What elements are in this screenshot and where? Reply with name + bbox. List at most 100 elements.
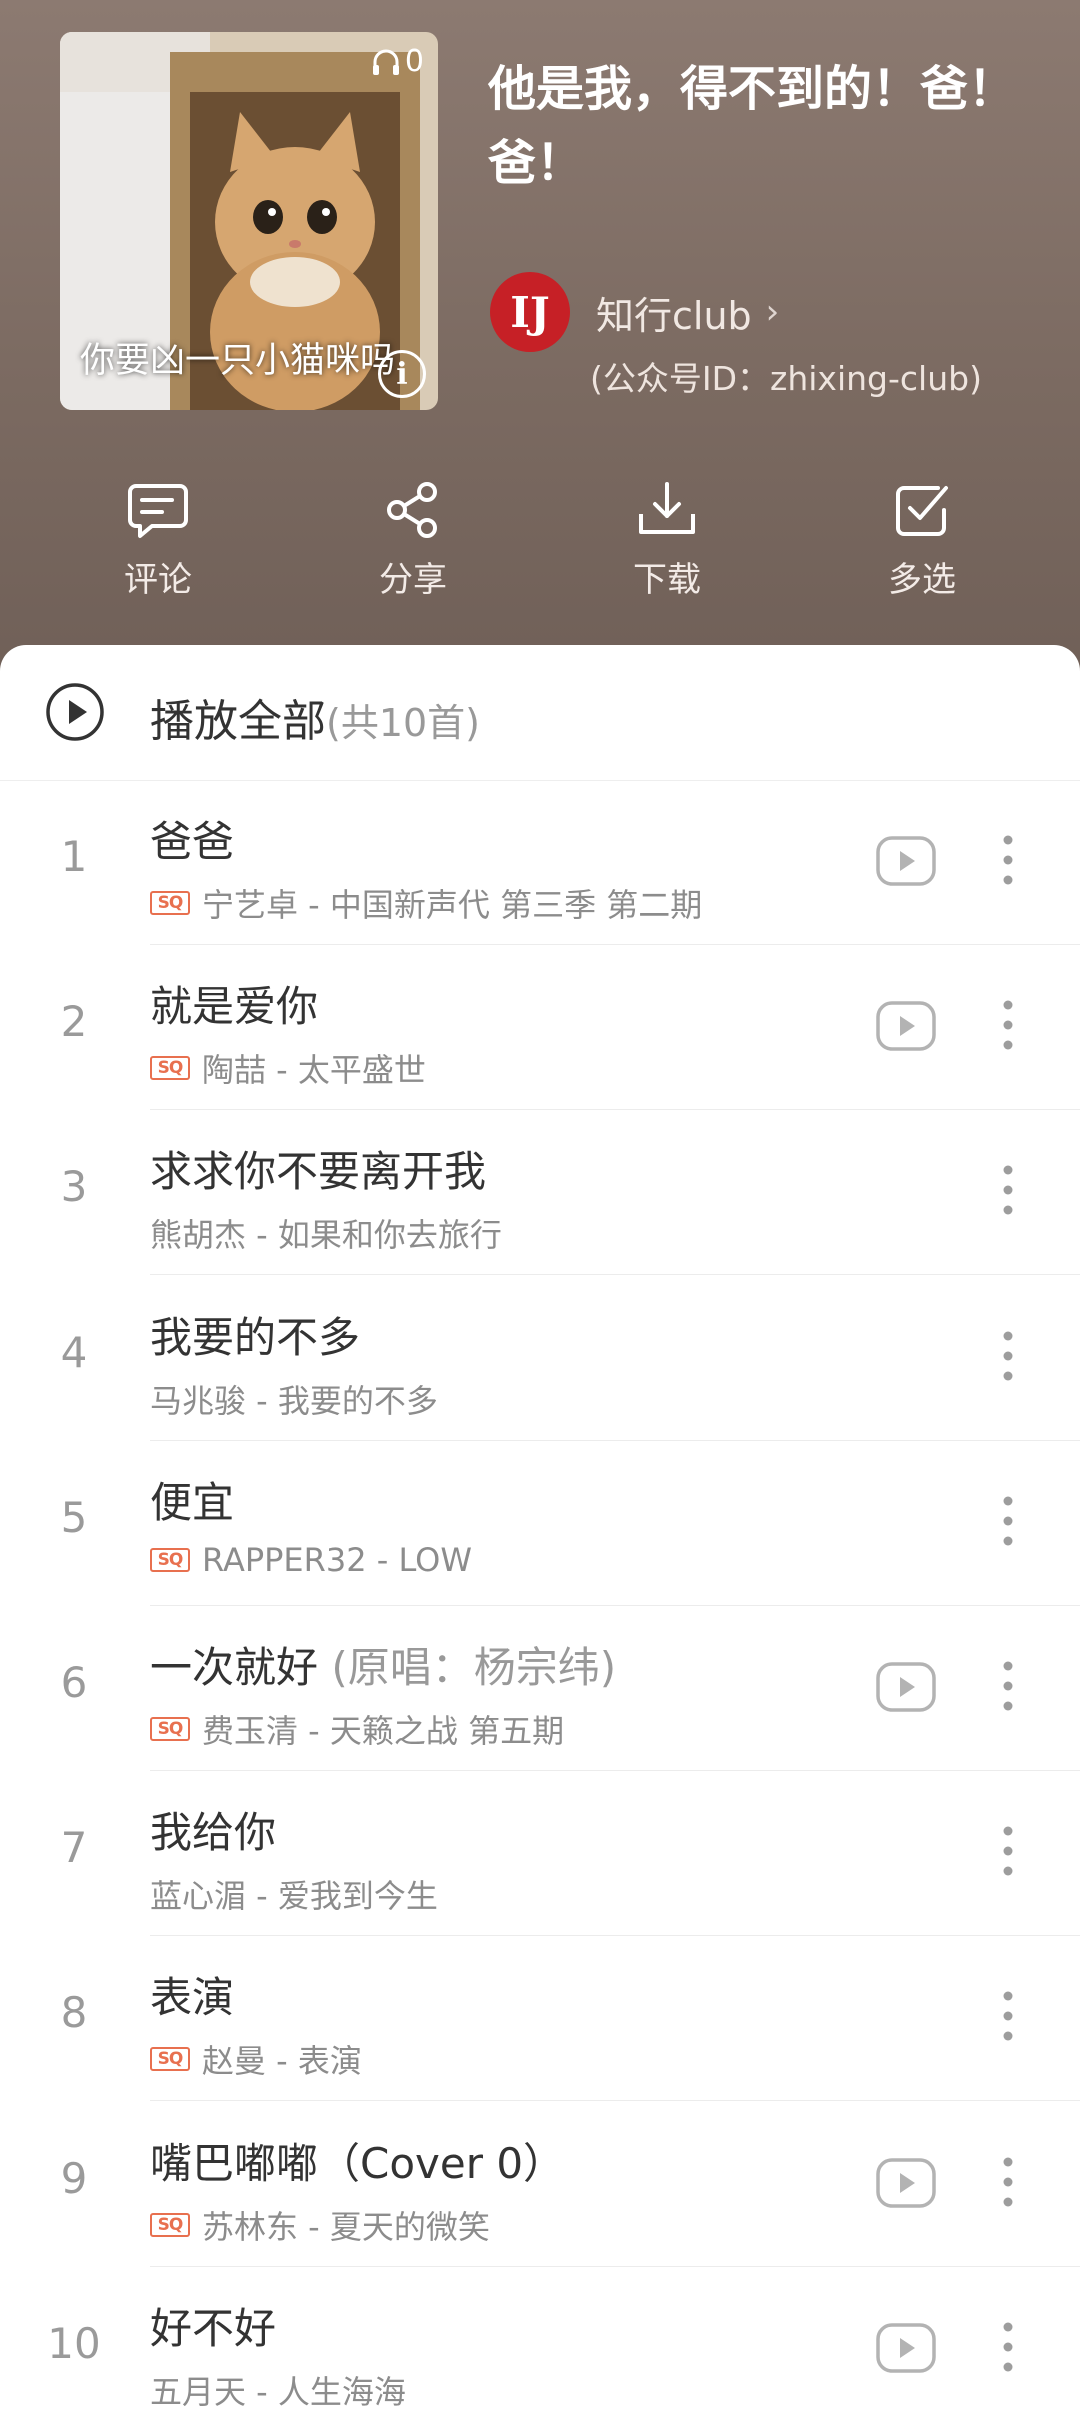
creator-link[interactable]: IJ 知行club › <box>490 272 779 352</box>
song-index: 7 <box>60 1823 88 1873</box>
song-artist-album: 费玉清 - 天籁之战 第五期 <box>202 1712 565 1750</box>
song-title: 嘴巴嘟嘟（Cover 0） <box>150 2130 565 2191</box>
creator-id: (公众号ID：zhixing-club) <box>590 359 982 398</box>
comment-icon <box>128 484 188 538</box>
more-options-icon[interactable] <box>990 2152 1026 2216</box>
song-artist-album: 苏林东 - 夏天的微笑 <box>202 2207 490 2246</box>
more-options-icon[interactable] <box>990 2317 1026 2381</box>
listen-count-value: 0 <box>404 44 424 79</box>
play-all-label: 播放全部(共10首) <box>150 685 480 749</box>
sq-quality-badge: SQ <box>150 2047 190 2072</box>
song-title-text: 就是爱你 <box>150 982 319 1032</box>
creator-name[interactable]: 知行club › <box>596 285 779 340</box>
song-artist-album: 陶喆 - 太平盛世 <box>202 1051 426 1090</box>
more-options-icon[interactable] <box>990 1326 1026 1390</box>
more-options-icon[interactable] <box>990 1821 1026 1885</box>
song-row[interactable]: 4 我要的不多马兆骏 - 我要的不多 <box>0 1276 1080 1441</box>
song-row[interactable]: 1 爸爸 SQ 宁艺卓 - 中国新声代 第三季 第二期 <box>0 780 1080 945</box>
song-index: 6 <box>60 1658 88 1707</box>
play-all-button[interactable]: 播放全部(共10首) <box>0 645 1080 781</box>
video-play-icon[interactable] <box>875 835 937 887</box>
song-index: 10 <box>47 2318 101 2368</box>
song-subtitle: SQ RAPPER32 - LOW <box>150 1541 472 1579</box>
info-icon[interactable]: i <box>378 350 426 398</box>
song-subtitle: SQ 陶喆 - 太平盛世 <box>150 1045 426 1091</box>
download-icon <box>639 482 695 534</box>
song-title: 便宜 <box>150 1469 234 1530</box>
song-artist-album: 五月天 - 人生海海 <box>150 2372 406 2411</box>
song-artist-album: 宁艺卓 - 中国新声代 第三季 第二期 <box>202 886 703 924</box>
song-artist-album: RAPPER32 - LOW <box>202 1540 472 1579</box>
song-row[interactable]: 3 求求你不要离开我熊胡杰 - 如果和你去旅行 <box>0 1110 1080 1276</box>
song-subtitle: 熊胡杰 - 如果和你去旅行 <box>150 1210 502 1256</box>
sq-quality-badge: SQ <box>150 2212 190 2237</box>
song-artist-album: 马兆骏 - 我要的不多 <box>150 1381 438 1420</box>
song-index: 2 <box>60 997 88 1047</box>
song-title-text: 便宜 <box>150 1477 235 1527</box>
song-title-text: 嘴巴嘟嘟（Cover 0） <box>150 2138 566 2188</box>
song-subtitle: SQ 赵曼 - 表演 <box>150 2036 362 2082</box>
song-index: 1 <box>60 832 88 881</box>
song-subtitle: 蓝心湄 - 爱我到今生 <box>150 1871 438 1917</box>
headphones-icon <box>372 49 399 75</box>
song-title-text: 表演 <box>150 1973 235 2023</box>
song-index: 8 <box>60 1988 88 2038</box>
song-row[interactable]: 10 好不好五月天 - 人生海海 <box>0 2267 1080 2421</box>
creator-name-text: 知行club <box>596 293 752 338</box>
song-title: 我要的不多 <box>150 1304 360 1365</box>
more-options-icon[interactable] <box>990 830 1026 894</box>
multiselect-icon <box>896 486 948 536</box>
song-count: (共10首) <box>326 701 481 745</box>
song-title: 求求你不要离开我 <box>150 1138 486 1199</box>
listen-count: 0 <box>371 44 424 79</box>
song-title-text: 我要的不多 <box>150 1312 361 1362</box>
song-subtitle: 马兆骏 - 我要的不多 <box>150 1376 438 1422</box>
song-subtitle: SQ 苏林东 - 夏天的微笑 <box>150 2202 490 2248</box>
song-index: 4 <box>60 1327 88 1377</box>
sq-quality-badge: SQ <box>150 1547 190 1572</box>
multiselect-label: 多选 <box>888 560 956 600</box>
share-button[interactable]: 分享 <box>323 480 503 601</box>
song-row[interactable]: 9 嘴巴嘟嘟（Cover 0） SQ 苏林东 - 夏天的微笑 <box>0 2102 1080 2267</box>
playlist-title: 他是我，得不到的！爸！爸！ <box>488 61 1017 191</box>
song-row[interactable]: 5 便宜 SQ RAPPER32 - LOW <box>0 1441 1080 1606</box>
song-title: 表演 <box>150 1964 234 2025</box>
download-button[interactable]: 下载 <box>577 480 757 601</box>
song-row[interactable]: 6 一次就好 (原唱：杨宗纬) SQ 费玉清 - 天籁之战 第五期 <box>0 1606 1080 1771</box>
song-title-text: 好不好 <box>150 2303 277 2353</box>
song-title: 就是爱你 <box>150 973 318 1034</box>
song-list-sheet: 播放全部(共10首) 1 爸爸 SQ 宁艺卓 - 中国新声代 第三季 第二期 2 就是爱你… <box>0 645 1080 2421</box>
song-subtitle: SQ 宁艺卓 - 中国新声代 第三季 第二期 <box>150 880 702 926</box>
more-options-icon[interactable] <box>990 1160 1026 1224</box>
song-subtitle: 五月天 - 人生海海 <box>150 2367 406 2413</box>
song-row[interactable]: 8 表演 SQ 赵曼 - 表演 <box>0 1936 1080 2102</box>
more-options-icon[interactable] <box>990 1491 1026 1555</box>
chevron-right-icon: › <box>765 292 780 332</box>
creator-avatar[interactable]: IJ <box>490 272 570 352</box>
more-options-icon[interactable] <box>990 1656 1026 1720</box>
multiselect-button[interactable]: 多选 <box>832 480 1012 601</box>
share-label: 分享 <box>379 560 447 600</box>
play-all-text: 播放全部 <box>150 696 326 747</box>
sq-quality-badge: SQ <box>150 1056 190 1081</box>
playlist-header: 0 你要凶一只小猫咪吗 i 他是我，得不到的！爸！爸！ IJ 知行club › … <box>0 0 1080 700</box>
playlist-cover[interactable]: 0 你要凶一只小猫咪吗 i <box>60 32 438 410</box>
video-play-icon[interactable] <box>875 1661 937 1713</box>
song-index: 3 <box>60 1162 88 1212</box>
song-row[interactable]: 7 我给你 蓝心湄 - 爱我到今生 <box>0 1771 1080 1937</box>
song-title-text: 求求你不要离开我 <box>150 1147 487 1197</box>
song-row[interactable]: 2 就是爱你 SQ 陶喆 - 太平盛世 <box>0 945 1080 1111</box>
video-play-icon[interactable] <box>875 1000 937 1052</box>
more-options-icon[interactable] <box>990 995 1026 1059</box>
cover-caption: 你要凶一只小猫咪吗 <box>80 341 396 381</box>
song-index: 9 <box>60 2153 88 2203</box>
song-artist-album: 赵曼 - 表演 <box>202 2042 362 2081</box>
song-title-text: 爸爸 <box>150 817 235 866</box>
song-title-text: 一次就好 <box>150 1643 319 1692</box>
more-options-icon[interactable] <box>990 1986 1026 2050</box>
sq-quality-badge: SQ <box>150 891 190 915</box>
video-play-icon[interactable] <box>875 2322 937 2374</box>
sq-quality-badge: SQ <box>150 1717 190 1741</box>
comment-button[interactable]: 评论 <box>68 480 248 601</box>
video-play-icon[interactable] <box>875 2157 937 2209</box>
